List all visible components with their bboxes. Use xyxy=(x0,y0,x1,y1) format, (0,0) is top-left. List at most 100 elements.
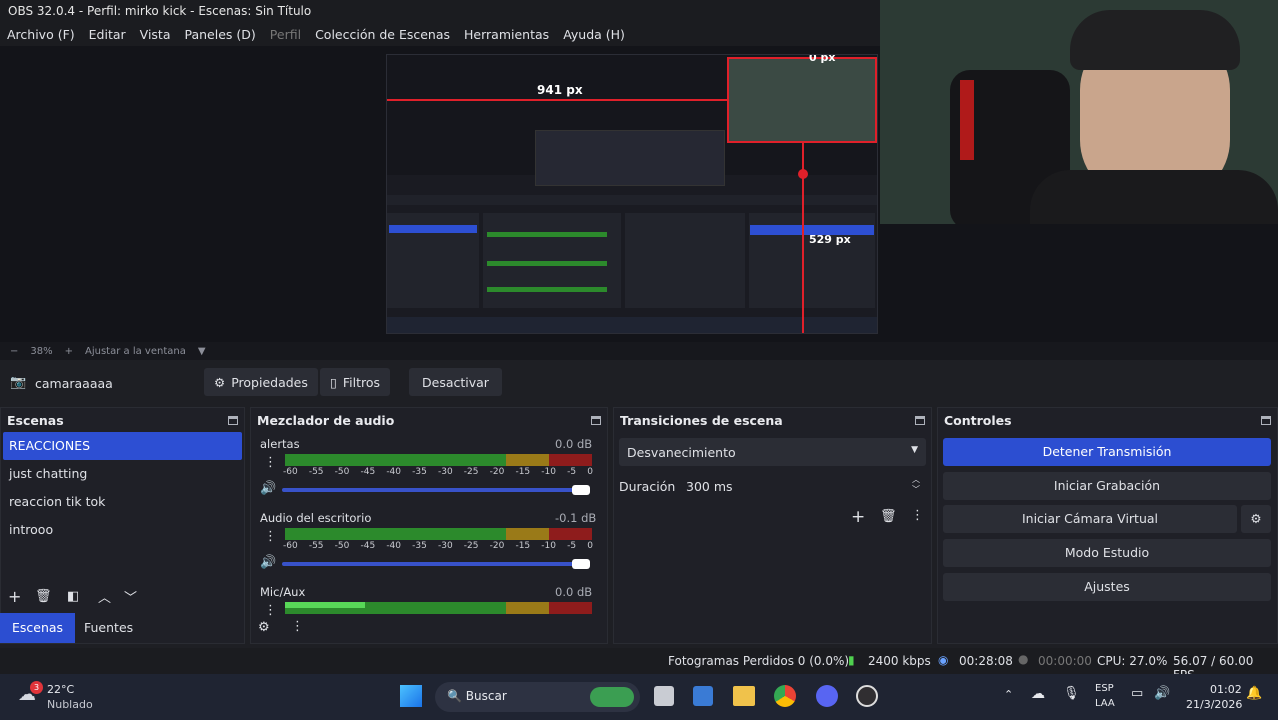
duration-label: Duración xyxy=(619,479,676,494)
scene-list: REACCIONES just chatting reaccion tik to… xyxy=(1,432,244,544)
more-icon[interactable]: ⋮ xyxy=(911,508,924,523)
zoom-out-button[interactable]: − xyxy=(10,346,18,357)
tab-sources[interactable]: Fuentes xyxy=(72,613,145,643)
menu-paneles[interactable]: Paneles (D) xyxy=(185,27,256,42)
scene-filter-icon[interactable]: ◧ xyxy=(67,589,79,604)
menu-perfil[interactable]: Perfil xyxy=(270,27,301,42)
preview-screen-capture[interactable]: 941 px 0 px 529 px xyxy=(386,54,878,334)
weather-text[interactable]: Nublado xyxy=(47,698,93,711)
clock-time[interactable]: 01:02 xyxy=(1210,683,1242,696)
task-view-icon[interactable] xyxy=(654,686,674,706)
undock-icon[interactable] xyxy=(591,415,601,425)
menu-editar[interactable]: Editar xyxy=(89,27,126,42)
menu-ayuda[interactable]: Ayuda (H) xyxy=(563,27,625,42)
bitrate: 2400 kbps xyxy=(868,654,931,668)
measure-bottom: 529 px xyxy=(809,233,851,246)
stream-time: 00:28:08 xyxy=(959,654,1013,668)
volume-slider[interactable] xyxy=(282,562,582,566)
menu-herramientas[interactable]: Herramientas xyxy=(464,27,549,42)
tick-label: -15 xyxy=(515,467,531,477)
status-bar: Fotogramas Perdidos 0 (0.0%) ▮ 2400 kbps… xyxy=(0,648,1278,682)
tick-label: -30 xyxy=(437,467,453,477)
webcam-feed xyxy=(880,0,1278,224)
add-transition-icon[interactable]: + xyxy=(851,507,865,527)
language-layout[interactable]: LAA xyxy=(1095,698,1115,709)
deactivate-button[interactable]: Desactivar xyxy=(409,368,502,396)
measure-top: 0 px xyxy=(809,54,836,64)
volume-meter xyxy=(285,528,592,540)
scene-item[interactable]: introoo xyxy=(3,516,242,544)
more-icon[interactable]: ⋮ xyxy=(291,619,304,634)
file-explorer-icon[interactable] xyxy=(733,686,755,706)
volume-icon[interactable]: 🔊 xyxy=(1154,686,1170,701)
discord-icon[interactable] xyxy=(816,685,838,707)
zoom-bar: − 38% + Ajustar a la ventana ▼ xyxy=(0,342,1278,360)
menu-bar: Archivo (F) Editar Vista Paneles (D) Per… xyxy=(0,22,880,46)
scene-item[interactable]: reaccion tik tok xyxy=(3,488,242,516)
trash-icon[interactable]: 🗑 xyxy=(880,509,897,524)
widgets-icon[interactable] xyxy=(693,686,713,706)
chrome-icon[interactable] xyxy=(774,685,796,707)
language-code[interactable]: ESP xyxy=(1095,683,1114,694)
channel-name: alertas xyxy=(260,437,300,451)
scene-item[interactable]: just chatting xyxy=(3,460,242,488)
duration-value: 300 ms xyxy=(686,479,733,494)
tick-label: -25 xyxy=(463,467,479,477)
scenes-title: Escenas xyxy=(7,412,64,428)
menu-coleccion[interactable]: Colección de Escenas xyxy=(315,27,450,42)
studio-mode-button[interactable]: Modo Estudio xyxy=(943,539,1271,567)
chevron-up-icon[interactable]: ︿ xyxy=(98,587,111,606)
chevron-down-icon[interactable]: ▼ xyxy=(198,346,206,357)
gear-icon: ⚙ xyxy=(1250,511,1262,526)
microphone-icon[interactable]: 🎙 xyxy=(1063,686,1080,701)
stop-stream-button[interactable]: Detener Transmisión xyxy=(943,438,1271,466)
transitions-title: Transiciones de escena xyxy=(620,412,783,428)
volume-slider-handle[interactable] xyxy=(572,559,590,569)
obs-icon[interactable] xyxy=(856,685,878,707)
spin-icon[interactable]: ︿ ﹀ xyxy=(912,475,920,495)
trash-icon[interactable]: 🗑 xyxy=(35,589,52,604)
notification-icon[interactable]: 🔔 xyxy=(1246,686,1262,701)
speaker-icon[interactable]: 🔊 xyxy=(260,481,276,496)
network-icon[interactable]: ▭ xyxy=(1131,686,1143,701)
tab-scenes[interactable]: Escenas xyxy=(0,613,76,643)
tick-label: -60 xyxy=(283,541,298,551)
weather-badge: 3 xyxy=(30,681,43,694)
transition-select[interactable]: Desvanecimiento ▼ xyxy=(619,438,926,466)
start-recording-button[interactable]: Iniciar Grabación xyxy=(943,472,1271,500)
clock-date[interactable]: 21/3/2026 xyxy=(1186,698,1242,711)
add-scene-icon[interactable]: + xyxy=(8,587,21,606)
settings-button[interactable]: Ajustes xyxy=(943,573,1271,601)
virtual-camera-settings-button[interactable]: ⚙ xyxy=(1241,505,1271,533)
more-icon[interactable]: ⋮ xyxy=(264,455,277,470)
filters-button[interactable]: ▯ Filtros xyxy=(320,368,391,396)
gear-icon[interactable]: ⚙ xyxy=(258,620,270,635)
virtual-camera-button[interactable]: Iniciar Cámara Virtual xyxy=(943,505,1237,533)
cloud-icon[interactable]: ☁ xyxy=(1031,686,1045,702)
volume-slider[interactable] xyxy=(282,488,582,492)
undock-icon[interactable] xyxy=(915,415,925,425)
chevron-down-icon[interactable]: ﹀ xyxy=(124,587,137,606)
fit-window-label[interactable]: Ajustar a la ventana xyxy=(85,346,186,357)
undock-icon[interactable] xyxy=(228,415,238,425)
undock-icon[interactable] xyxy=(1261,415,1271,425)
chevron-up-icon[interactable]: ⌃ xyxy=(1004,688,1013,701)
zoom-in-button[interactable]: + xyxy=(65,346,73,357)
channel-name: Audio del escritorio xyxy=(260,511,372,525)
scene-item[interactable]: REACCIONES xyxy=(3,432,242,460)
highlight-icon[interactable] xyxy=(590,687,634,707)
volume-slider-handle[interactable] xyxy=(572,485,590,495)
volume-meter xyxy=(285,454,592,466)
gear-icon: ⚙ xyxy=(214,374,226,390)
menu-vista[interactable]: Vista xyxy=(140,27,171,42)
webcam-selection-box[interactable] xyxy=(727,57,877,143)
windows-start-icon[interactable] xyxy=(400,685,422,707)
speaker-icon[interactable]: 🔊 xyxy=(260,555,276,570)
temperature[interactable]: 22°C xyxy=(47,683,74,696)
duration-field[interactable]: 300 ms ︿ ﹀ xyxy=(677,473,926,499)
more-icon[interactable]: ⋮ xyxy=(264,529,277,544)
properties-button[interactable]: ⚙ Propiedades xyxy=(204,368,318,396)
more-icon[interactable]: ⋮ xyxy=(264,603,277,618)
menu-archivo[interactable]: Archivo (F) xyxy=(7,27,75,42)
tick-label: -60 xyxy=(283,467,298,477)
